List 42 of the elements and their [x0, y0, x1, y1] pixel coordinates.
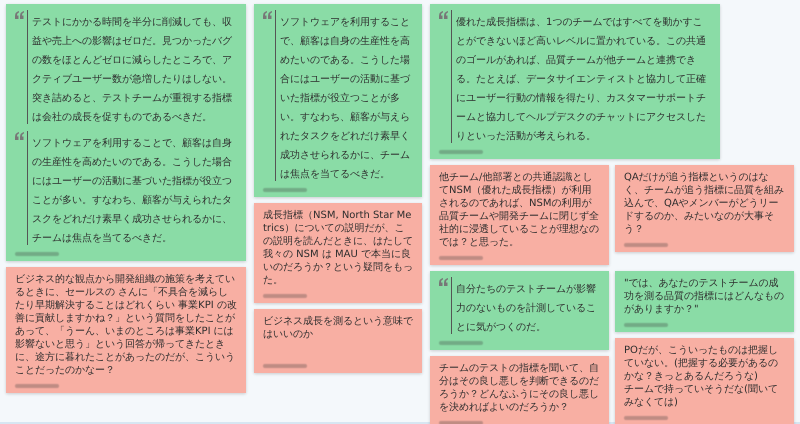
quote-icon	[15, 11, 24, 19]
note-text: ビジネス成長を測るという意味ではいいのか	[263, 315, 414, 341]
sticky-note[interactable]: 成長指標（NSM, North Star Metrics）についての説明だが、この説明を読んだときに、はたして我々の NSM は MAU で本当に良いのだろうか？という疑問をもった。	[254, 203, 422, 303]
blurred-author	[263, 188, 307, 192]
quote-text: ソフトウェアを利用することで、顧客は自身の生産性を高めたいのである。こうした場合にはユーザーの活動に基づいた指標が役立つことが多い。すなわち、顧客が与えられたタスクをどれだけ素早く成功させられるかに、チームは焦点を当てるべきだ。	[32, 138, 232, 244]
quote-text: ソフトウェアを利用することで、顧客は自身の生産性を高めたいのである。こうした場合にはユーザーの活動に基づいた指標が役立つことが多い。すなわち、顧客が与えられたタスクをどれだけ素早く成功させられるかに、チームは焦点を当てるべきだ。	[280, 17, 410, 180]
quote-text: 自分たちのテストチームが影響力のないものを計測していることに気がつくのだ。	[456, 284, 596, 333]
quote-text: 優れた成長指標は、1つのチームではすべてを動かすことができないほど高いレベルに置かれている。この共通のゴールがあれば、品質チームが他チームと連携できる。たとえば、データサイエンティストと協力して正確にユーザー行動の情報を得たり、カスタマーサポートチームと協力してヘルプデスクのチャットにアクセスしたりといった活動が考えられる。	[456, 17, 706, 142]
sticky-note[interactable]: 自分たちのテストチームが影響力のないものを計測していることに気がつくのだ。	[430, 271, 609, 350]
sticky-note[interactable]: POだが、こういったものは把握していない。(把握する必要があるのかな？きっとあるんだろうな) チームで持っていそうだな(聞いてみなくては)	[615, 338, 794, 424]
quote-icon	[263, 11, 272, 19]
note-text: "では、あなたのテストチームの成功を測る品質の指標にはどんなものがありますか？"	[624, 277, 785, 316]
quote-icon	[15, 132, 24, 140]
quote-icon	[439, 278, 448, 286]
blurred-author	[15, 252, 59, 256]
blurred-author	[439, 256, 483, 260]
note-text: 成長指標（NSM, North Star Metrics）についての説明だが、この説明を読んだときに、はたして我々の NSM は MAU で本当に良いのだろうか？という疑問をもった。	[263, 209, 414, 287]
note-text: チームのテストの指標を聞いて、自分はその良し悪しを判断できるのだろうか？どんなふうにその良し悪しを決めればよいのだろうか？	[439, 362, 600, 414]
note-text: QAだけが追う指標というのはなく、チームが追う指標に品質を組み込んで、QAやメンバーがどうリードするのか、みたいなのが大事そう？	[624, 171, 785, 236]
note-text: ビジネス的な観点から開発組織の施策を考えているときに、セールスの さんに「不具合を減らしたり早期解決することはどれくらい 事業KPI の改善に貢献しますかね？」という質問をしたことがあって、「うーん、いまのところは事業KPI には影響ないと思う」という回答が帰ってきたときに、途方に暮れたことがあったのだが、こういうことだったのかなー？	[15, 273, 238, 377]
blurred-author	[624, 323, 668, 327]
sticky-note[interactable]: ビジネス的な観点から開発組織の施策を考えているときに、セールスの さんに「不具合を減らしたり早期解決することはどれくらい 事業KPI の改善に貢献しますかね？」という質問をしたことがあって、「うーん、いまのところは事業KPI には影響ないと思う」という回答が帰ってきたときに、途方に暮れたことがあったのだが、こういうことだったのかなー？	[6, 267, 246, 393]
blurred-author	[263, 364, 307, 368]
sticky-note[interactable]: 他チーム/他部署との共通認識としてNSM（優れた成長指標）が利用されるのであれば、NSMの利用が品質チームや開発チームに閉じず全社的に浸透していることが理想なのでは？と思った。	[430, 165, 609, 265]
note-text: POだが、こういったものは把握していない。(把握する必要があるのかな？きっとあるんだろうな) チームで持っていそうだな(聞いてみなくては)	[624, 344, 779, 409]
sticky-note[interactable]: "では、あなたのテストチームの成功を測る品質の指標にはどんなものがありますか？"	[615, 271, 794, 332]
sticky-note[interactable]: QAだけが追う指標というのはなく、チームが追う指標に品質を組み込んで、QAやメンバーがどうリードするのか、みたいなのが大事そう？	[615, 165, 794, 252]
sticky-note[interactable]: チームのテストの指標を聞いて、自分はその良し悪しを判断できるのだろうか？どんなふうにその良し悪しを決めればよいのだろうか？	[430, 356, 609, 424]
blurred-author	[263, 294, 307, 298]
blurred-author	[439, 150, 483, 154]
blurred-author	[624, 243, 668, 247]
sticky-note[interactable]	[6, 4, 246, 261]
blurred-author	[624, 416, 668, 420]
blurred-author	[15, 384, 59, 388]
blurred-author	[439, 341, 483, 345]
note-text: 他チーム/他部署との共通認識としてNSM（優れた成長指標）が利用されるのであれば、NSMの利用が品質チームや開発チームに閉じず全社的に浸透していることが理想なのでは？と思った。	[439, 171, 600, 249]
sticky-note[interactable]: ビジネス成長を測るという意味ではいいのか	[254, 309, 422, 373]
blurred-author	[439, 421, 483, 424]
sticky-note[interactable]: ソフトウェアを利用することで、顧客は自身の生産性を高めたいのである。こうした場合にはユーザーの活動に基づいた指標が役立つことが多い。すなわち、顧客が与えられたタスクをどれだけ素早く成功させられるかに、チームは焦点を当てるべきだ。	[254, 4, 422, 197]
sticky-note[interactable]: 優れた成長指標は、1つのチームではすべてを動かすことができないほど高いレベルに置かれている。この共通のゴールがあれば、品質チームが他チームと連携できる。たとえば、データサイエンティストと協力して正確にユーザー行動の情報を得たり、カスタマーサポートチームと協力してヘルプデスクのチャットにアクセスしたりといった活動が考えられる。	[430, 4, 720, 159]
quote-icon	[439, 11, 448, 19]
quote-text: テストにかかる時間を半分に削減しても、収益や売上への影響はゼロだ。見つかったバグの数をほとんどゼロに減らしたところで、アクティブユーザー数が急増したりはしない。突き詰めると、テストチームが重視する指標は会社の成長を促すものであるべきだ。	[32, 17, 232, 123]
